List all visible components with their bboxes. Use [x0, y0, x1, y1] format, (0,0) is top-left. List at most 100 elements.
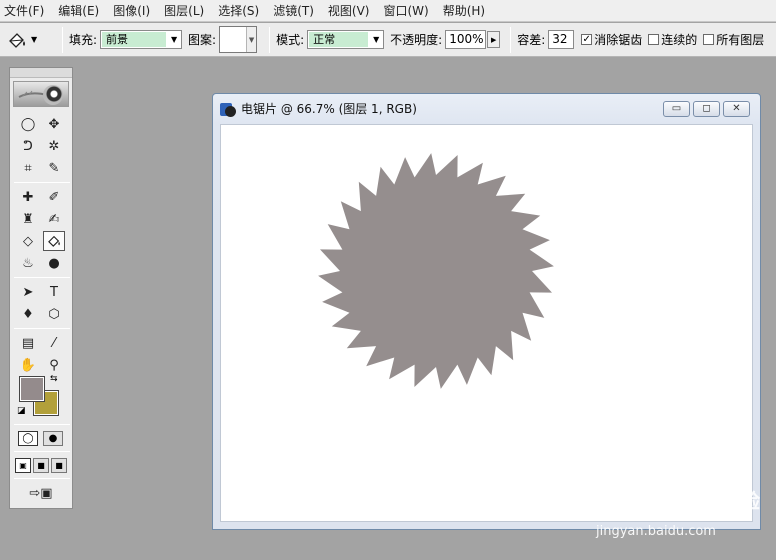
- lasso-tool[interactable]: ᕤ: [17, 136, 39, 156]
- document-window: 电锯片 @ 66.7% (图层 1, RGB) ▭ ◻ ✕: [212, 93, 761, 530]
- standard-mode-button[interactable]: ◯: [18, 431, 38, 446]
- fill-value: 前景: [102, 32, 167, 47]
- standard-screen-button[interactable]: ▣: [15, 458, 31, 473]
- elliptical-marquee-tool[interactable]: ◯: [17, 114, 39, 134]
- screen-mode-icon: ▣: [19, 461, 27, 470]
- separator: [14, 277, 70, 278]
- path-selection-tool[interactable]: ➤: [17, 282, 39, 302]
- all-layers-checkbox[interactable]: [703, 34, 715, 45]
- pen-tool[interactable]: ♦: [17, 304, 39, 324]
- hand-tool[interactable]: ✋: [17, 355, 39, 375]
- close-button[interactable]: ✕: [723, 101, 750, 117]
- shape-tool[interactable]: ⬡: [43, 304, 65, 324]
- mode-select[interactable]: 正常 ▼: [307, 30, 385, 49]
- healing-brush-tool[interactable]: ✚: [17, 187, 39, 207]
- photoshop-logo[interactable]: [13, 81, 69, 107]
- quick-mask-button[interactable]: ●: [43, 431, 63, 446]
- menu-image[interactable]: 图像(I): [113, 2, 150, 19]
- antialias-label: 消除锯齿: [594, 33, 643, 47]
- paint-bucket-icon: [48, 235, 60, 247]
- contiguous-label: 连续的: [661, 33, 698, 47]
- quick-mask-icon: ●: [48, 433, 58, 444]
- full-screen-button[interactable]: ■: [51, 458, 67, 473]
- history-brush-tool[interactable]: ✍: [43, 209, 65, 229]
- menu-window[interactable]: 窗口(W): [383, 2, 428, 19]
- baidu-paw-logo: Bai du 经验: [594, 474, 760, 518]
- separator: [14, 328, 70, 329]
- all-layers-label: 所有图层: [716, 33, 765, 47]
- menu-select[interactable]: 选择(S): [218, 2, 259, 19]
- zoom-tool[interactable]: ⚲: [43, 355, 65, 375]
- brush-tool[interactable]: ✐: [43, 187, 65, 207]
- imageready-icon: ⇨▣: [29, 485, 53, 501]
- close-icon: ✕: [732, 103, 741, 114]
- move-tool[interactable]: ✥: [43, 114, 65, 134]
- jump-to-imageready-button[interactable]: ⇨▣: [17, 483, 65, 503]
- opacity-label: 不透明度:: [390, 33, 443, 47]
- options-bar: ▼ 填充: 前景 ▼ 图案: ▼ 模式: 正常 ▼ 不透明度: 100% ▶ 容…: [0, 23, 776, 57]
- dodge-tool[interactable]: ●: [43, 253, 65, 273]
- minimize-icon: ▭: [671, 103, 682, 114]
- opacity-slider-button[interactable]: ▶: [487, 31, 501, 48]
- maximize-icon: ◻: [702, 103, 711, 114]
- swap-colors-icon[interactable]: ⇆: [50, 374, 58, 384]
- magic-wand-tool[interactable]: ✲: [43, 136, 65, 156]
- menu-bar: 文件(F) 编辑(E) 图像(I) 图层(L) 选择(S) 滤镜(T) 视图(V…: [0, 0, 776, 22]
- canvas[interactable]: [220, 124, 753, 522]
- screen-mode-icon: ■: [55, 461, 63, 470]
- full-screen-menu-button[interactable]: ■: [33, 458, 49, 473]
- watermark-url: jingyan.baidu.com: [596, 524, 716, 539]
- chevron-down-icon: ▼: [170, 35, 178, 44]
- canvas-artwork: [318, 153, 554, 389]
- slice-tool[interactable]: ✎: [43, 158, 65, 178]
- blur-tool[interactable]: ♨: [17, 253, 39, 273]
- eraser-tool[interactable]: ◇: [17, 231, 39, 251]
- svg-text:Bai: Bai: [594, 483, 647, 518]
- screen-mode-icon: ■: [37, 461, 45, 470]
- photoshop-document-icon: [220, 101, 236, 117]
- antialias-checkbox[interactable]: ✓: [581, 34, 593, 45]
- menu-file[interactable]: 文件(F): [4, 2, 44, 19]
- document-title: 电锯片 @ 66.7% (图层 1, RGB): [241, 102, 417, 116]
- menu-edit[interactable]: 编辑(E): [58, 2, 99, 19]
- menu-filter[interactable]: 滤镜(T): [273, 2, 314, 19]
- menu-view[interactable]: 视图(V): [328, 2, 370, 19]
- paint-bucket-icon: [9, 32, 25, 48]
- contiguous-checkbox[interactable]: [648, 34, 660, 45]
- clone-stamp-tool[interactable]: ♜: [17, 209, 39, 229]
- mode-label: 模式:: [276, 33, 305, 47]
- menu-help[interactable]: 帮助(H): [443, 2, 485, 19]
- separator: [14, 182, 70, 183]
- eye-icon: [43, 85, 63, 105]
- minimize-button[interactable]: ▭: [663, 101, 690, 117]
- chevron-down-icon: ▼: [31, 35, 38, 44]
- fill-select[interactable]: 前景 ▼: [100, 30, 183, 49]
- eyedropper-tool[interactable]: ⁄: [43, 333, 65, 353]
- tolerance-label: 容差:: [517, 33, 546, 47]
- mode-value: 正常: [309, 32, 369, 47]
- fill-label: 填充:: [69, 33, 98, 47]
- separator: [62, 26, 63, 53]
- separator: [510, 26, 512, 53]
- menu-layer[interactable]: 图层(L): [164, 2, 204, 19]
- separator: [14, 424, 70, 425]
- toolbox-grip[interactable]: [10, 68, 72, 78]
- type-tool[interactable]: T: [43, 282, 65, 302]
- tolerance-input[interactable]: 32: [548, 30, 575, 49]
- chevron-down-icon: ▼: [373, 35, 380, 44]
- separator: [269, 26, 271, 53]
- pattern-picker[interactable]: ▼: [219, 26, 258, 53]
- crop-tool[interactable]: ⌗: [17, 158, 39, 178]
- foreground-color-swatch[interactable]: [19, 376, 45, 402]
- chevron-down-icon: ▼: [246, 27, 257, 52]
- tool-preset-picker[interactable]: ▼: [6, 27, 56, 53]
- opacity-input[interactable]: 100%: [445, 30, 487, 49]
- paint-bucket-tool[interactable]: [43, 231, 65, 251]
- notes-tool[interactable]: ▤: [17, 333, 39, 353]
- maximize-button[interactable]: ◻: [693, 101, 720, 117]
- saw-blade-shape: [318, 153, 554, 389]
- separator: [14, 478, 70, 479]
- standard-mode-icon: ◯: [22, 433, 34, 444]
- default-colors-icon[interactable]: ◪: [17, 406, 26, 416]
- svg-text:经验: 经验: [720, 489, 760, 513]
